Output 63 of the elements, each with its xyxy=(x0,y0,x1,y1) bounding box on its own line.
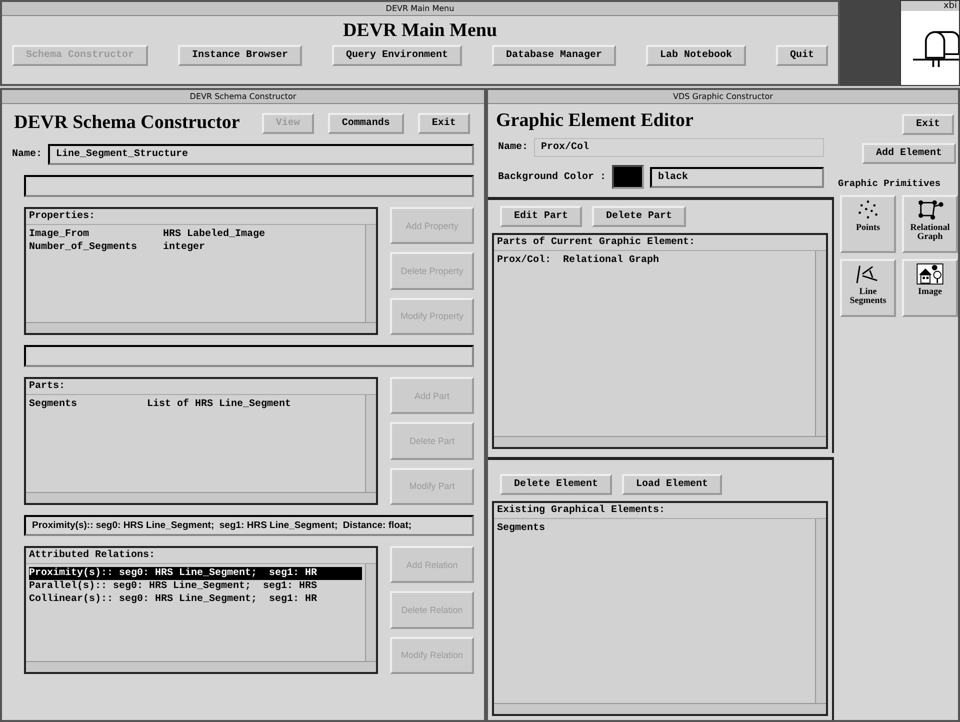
toolbar-button[interactable]: Edit Part xyxy=(500,206,582,227)
house-icon xyxy=(916,263,944,285)
color-label: Background Color : xyxy=(498,172,606,182)
toolbar-button[interactable]: Load Element xyxy=(622,474,722,494)
menu-button[interactable]: Query Environment xyxy=(332,45,462,66)
name-field[interactable]: Prox/Col xyxy=(534,138,824,157)
scrollbar[interactable] xyxy=(815,251,826,436)
menu-heading: DEVR Main Menu xyxy=(342,20,498,42)
list-heading: Properties: xyxy=(28,210,96,224)
menu-button[interactable]: Lab Notebook xyxy=(646,45,746,66)
list-cell-text: Number_of_Segments xyxy=(29,242,138,253)
primitive-button[interactable]: Points xyxy=(840,195,896,253)
section-heading: Graphic Primitives xyxy=(837,178,942,189)
list-cell-text: Segments xyxy=(29,399,78,410)
color-field[interactable]: black xyxy=(650,166,824,188)
list-item[interactable]: Segments xyxy=(497,522,812,534)
list-heading: Parts: xyxy=(28,380,66,394)
scrollbar[interactable] xyxy=(365,564,376,661)
toolbar-button[interactable]: Delete Part xyxy=(592,206,686,227)
scrollbar[interactable] xyxy=(26,661,376,672)
text-field[interactable] xyxy=(24,345,474,367)
list-heading: Attributed Relations: xyxy=(28,548,156,563)
list-heading: Existing Graphical Elements: xyxy=(496,504,666,518)
name-label: Name: xyxy=(498,142,528,153)
list-item[interactable]: Parallel(s):: seg0: HRS Line_Segment; seg1: HRS xyxy=(29,580,362,593)
toolbar-button[interactable]: Delete Element xyxy=(500,474,612,494)
list-cell-text: Image_From xyxy=(29,229,90,240)
list-cell: List of HRS Line_Segment xyxy=(147,399,292,410)
list-item[interactable]: Prox/Col: Relational Graph xyxy=(497,254,812,267)
color-swatch[interactable] xyxy=(612,165,644,189)
primitive-button[interactable]: Relational Graph xyxy=(902,195,958,253)
graph-icon xyxy=(916,199,944,221)
scrollbar[interactable] xyxy=(815,518,826,703)
relation-definition-field[interactable]: Proximity(s):: seg0: HRS Line_Segment; seg1: HRS Line_Segment; Distance: float; xyxy=(24,515,474,536)
list-item[interactable]: Collinear(s):: seg0: HRS Line_Segment; seg1: HR xyxy=(29,593,362,606)
window-title: VDS Graphic Constructor xyxy=(673,92,773,101)
menu-button[interactable]: Instance Browser xyxy=(178,45,302,66)
add-element-button[interactable]: Add Element xyxy=(862,143,956,164)
scrollbar[interactable] xyxy=(26,492,376,503)
window-heading: DEVR Schema Constructor xyxy=(14,112,240,134)
menu-button[interactable]: Quit xyxy=(776,45,828,66)
window-title: DEVR Schema Constructor xyxy=(190,92,296,101)
scrollbar[interactable] xyxy=(494,703,826,714)
scrollbar[interactable] xyxy=(26,322,376,333)
menu-button[interactable]: Database Manager xyxy=(492,45,616,66)
list-cell: HRS Labeled_Image xyxy=(163,229,266,240)
scrollbar[interactable] xyxy=(494,436,826,446)
list-cell: integer xyxy=(163,242,206,253)
name-label: Name: xyxy=(12,149,42,160)
text-field[interactable] xyxy=(24,175,474,197)
toolbar-button[interactable]: Commands xyxy=(328,112,404,134)
scrollbar[interactable] xyxy=(365,395,376,492)
primitive-button[interactable]: Line Segments xyxy=(840,259,896,317)
primitive-button[interactable]: Image xyxy=(902,259,958,317)
scrollbar[interactable] xyxy=(365,225,376,322)
window-heading: Graphic Element Editor xyxy=(495,109,694,133)
name-field[interactable]: Line_Segment_Structure xyxy=(48,144,474,165)
window-title: xbi xyxy=(901,1,959,11)
window-title: DEVR Main Menu xyxy=(386,4,454,13)
toolbar-button[interactable]: Exit xyxy=(418,112,470,134)
exit-button[interactable]: Exit xyxy=(902,114,954,135)
list-heading: Parts of Current Graphic Element: xyxy=(496,236,696,250)
list-item[interactable]: Proximity(s):: seg0: HRS Line_Segment; seg1: HR xyxy=(29,567,362,580)
